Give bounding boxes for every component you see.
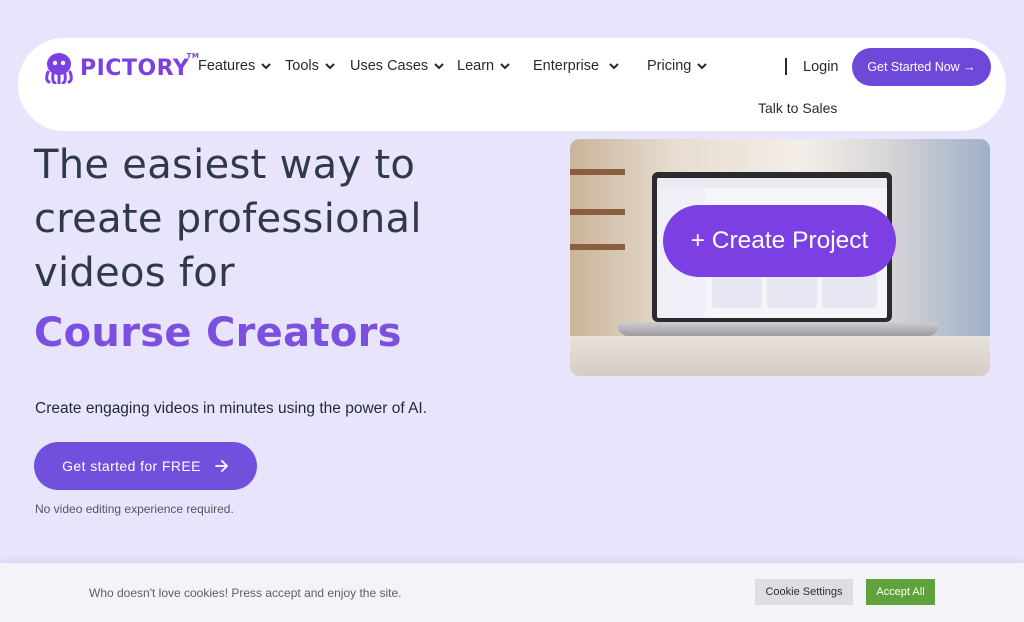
get-started-now-button[interactable]: Get Started Now →	[852, 48, 991, 86]
cookie-banner: Who doesn't love cookies! Press accept a…	[0, 563, 1024, 622]
nav-divider	[785, 58, 787, 75]
nav-item-label: Learn	[457, 58, 495, 74]
hero-laptop-image: + Create Project	[570, 139, 990, 376]
nav-item-label: Pricing	[647, 58, 692, 74]
app-preview-card	[712, 273, 762, 308]
chevron-down-icon	[500, 62, 510, 70]
top-navigation: PICTORY TM Features Tools Uses Cases Lea…	[18, 38, 1006, 131]
app-preview-card	[822, 273, 877, 308]
cta-label: Get started for FREE	[62, 458, 201, 474]
app-preview-card	[767, 273, 817, 308]
headline-line-3: videos for	[34, 250, 235, 296]
shelf	[570, 209, 625, 215]
nav-item-label: Uses Cases	[350, 58, 429, 74]
arrow-right-icon	[214, 460, 229, 472]
pictory-logo[interactable]: PICTORY TM	[42, 51, 200, 84]
desk	[570, 336, 990, 376]
nav-item-pricing[interactable]: Pricing	[647, 58, 708, 74]
shelf	[570, 169, 625, 175]
talk-to-sales-link[interactable]: Talk to Sales	[758, 100, 837, 116]
headline-line-2: create professional	[34, 196, 422, 242]
nav-item-tools[interactable]: Tools	[285, 58, 335, 74]
chevron-down-icon	[609, 62, 619, 70]
octopus-logo-icon	[45, 53, 73, 84]
logo-text: PICTORY TM	[80, 51, 200, 81]
nav-item-label: Features	[198, 58, 256, 74]
nav-item-use-cases[interactable]: Uses Cases	[350, 58, 444, 74]
app-preview-toolbar	[657, 178, 887, 188]
headline-accent: Course Creators	[34, 310, 402, 356]
hero-note: No video editing experience required.	[35, 502, 234, 516]
nav-item-label: Enterprise	[533, 58, 600, 74]
chevron-down-icon	[434, 62, 444, 70]
nav-item-enterprise[interactable]: Enterprise	[533, 58, 619, 74]
get-started-free-button[interactable]: Get started for FREE	[34, 442, 257, 490]
nav-item-label: Tools	[285, 58, 319, 74]
chevron-down-icon	[325, 62, 335, 70]
create-project-overlay: + Create Project	[663, 205, 896, 277]
chevron-down-icon	[697, 62, 708, 70]
login-link[interactable]: Login	[803, 59, 838, 75]
accept-all-button[interactable]: Accept All	[866, 579, 935, 605]
chevron-down-icon	[261, 62, 271, 70]
nav-item-learn[interactable]: Learn	[457, 58, 510, 74]
cookie-settings-button[interactable]: Cookie Settings	[755, 579, 853, 605]
laptop-base	[618, 322, 938, 336]
shelf	[570, 244, 625, 250]
headline-line-1: The easiest way to	[34, 142, 416, 188]
hero-subtitle: Create engaging videos in minutes using …	[35, 400, 428, 417]
nav-item-features[interactable]: Features	[198, 58, 271, 74]
cookie-message: Who doesn't love cookies! Press accept a…	[89, 586, 402, 600]
